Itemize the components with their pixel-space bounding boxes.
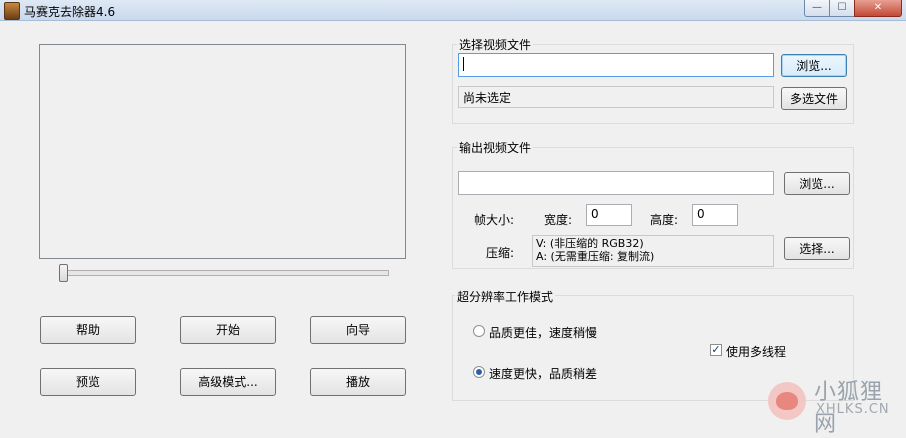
multi-select-files-button[interactable]: 多选文件 bbox=[781, 87, 847, 110]
browse-input-button[interactable]: 浏览... bbox=[781, 54, 847, 77]
minimize-button[interactable]: — bbox=[804, 0, 830, 17]
radio-speed-faster[interactable] bbox=[473, 366, 485, 378]
compression-audio-text: A: (无需重压缩: 复制流) bbox=[536, 250, 655, 263]
help-button[interactable]: 帮助 bbox=[40, 316, 136, 344]
close-button[interactable]: ✕ bbox=[854, 0, 902, 17]
frame-height-field[interactable]: 0 bbox=[692, 204, 738, 226]
radio-speed-faster-label[interactable]: 速度更快，品质稍差 bbox=[489, 365, 597, 382]
play-button[interactable]: 播放 bbox=[310, 368, 406, 396]
height-label: 高度: bbox=[650, 213, 679, 227]
preview-button[interactable]: 预览 bbox=[40, 368, 136, 396]
output-video-path-field[interactable] bbox=[458, 171, 774, 195]
input-video-path-field[interactable] bbox=[458, 53, 774, 77]
frame-width-field[interactable]: 0 bbox=[586, 204, 632, 226]
browse-output-button[interactable]: 浏览... bbox=[784, 172, 850, 195]
window-title: 马赛克去除器4.6 bbox=[24, 5, 116, 19]
frame-size-label: 帧大小: bbox=[474, 213, 515, 227]
title-bar: 马赛克去除器4.6 — ☐ ✕ bbox=[0, 0, 906, 21]
timeline-slider-track[interactable] bbox=[62, 270, 389, 276]
wizard-button[interactable]: 向导 bbox=[310, 316, 406, 344]
app-icon bbox=[4, 2, 20, 20]
select-video-group-title: 选择视频文件 bbox=[457, 36, 534, 53]
multithread-checkbox[interactable]: ✓ bbox=[710, 344, 722, 356]
site-watermark: 小狐狸网 XHLKS.CN bbox=[764, 366, 904, 437]
superres-mode-group-title: 超分辨率工作模式 bbox=[455, 288, 556, 305]
multithread-label[interactable]: 使用多线程 bbox=[726, 343, 786, 360]
compression-label: 压缩: bbox=[486, 246, 515, 260]
output-video-group-title: 输出视频文件 bbox=[457, 139, 534, 156]
watermark-en-text: XHLKS.CN bbox=[816, 402, 890, 417]
start-button[interactable]: 开始 bbox=[180, 316, 276, 344]
timeline-slider-thumb[interactable] bbox=[59, 264, 68, 282]
maximize-button[interactable]: ☐ bbox=[829, 0, 855, 17]
radio-quality-better-label[interactable]: 品质更佳，速度稍慢 bbox=[489, 324, 597, 341]
compression-info-box: V: (非压缩的 RGB32) A: (无需重压缩: 复制流) bbox=[532, 235, 774, 267]
width-label: 宽度: bbox=[544, 213, 573, 227]
text-caret bbox=[463, 57, 464, 71]
fox-face-icon bbox=[776, 392, 798, 410]
compression-video-text: V: (非压缩的 RGB32) bbox=[536, 237, 644, 250]
radio-quality-better[interactable] bbox=[473, 325, 485, 337]
selection-status-field: 尚未选定 bbox=[458, 86, 774, 108]
video-preview-area bbox=[39, 44, 406, 259]
choose-compression-button[interactable]: 选择... bbox=[784, 237, 850, 260]
radio-selected-dot bbox=[476, 369, 482, 375]
advanced-mode-button[interactable]: 高级模式... bbox=[180, 368, 276, 396]
